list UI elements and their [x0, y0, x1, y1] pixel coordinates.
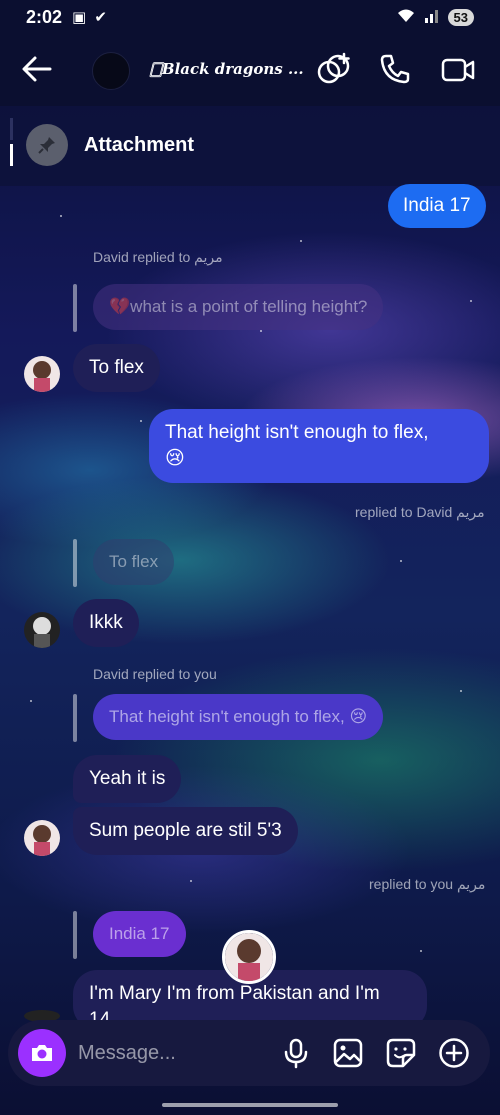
other-message[interactable]: Yeah it is — [73, 755, 182, 803]
video-call-button[interactable] — [440, 52, 476, 88]
reply-info: David replied to مريم — [93, 249, 223, 265]
reply-info: replied to David مريم — [355, 504, 485, 520]
user-avatar[interactable] — [24, 820, 60, 856]
message-composer — [8, 1020, 490, 1086]
quoted-message[interactable]: India 17 — [93, 911, 186, 957]
pin-icon — [38, 137, 55, 154]
more-options-button[interactable] — [438, 1037, 470, 1069]
chat-header: 🀆Black dragons ... — [0, 34, 500, 106]
my-message[interactable]: That height isn't enough to flex, 😢 — [149, 409, 489, 483]
read-receipt-avatar[interactable] — [222, 930, 276, 984]
battery-indicator: 53 — [447, 8, 474, 26]
video-camera-icon — [441, 58, 475, 82]
notification-icons: ▣ ✔ — [72, 9, 109, 26]
reply-info: David replied to you — [93, 666, 217, 682]
gallery-button[interactable] — [332, 1037, 364, 1069]
status-bar: 2:02 ▣ ✔ 53 — [0, 0, 500, 34]
pin-indicator — [10, 118, 13, 140]
quoted-message[interactable]: To flex — [93, 539, 175, 585]
back-button[interactable] — [20, 54, 54, 84]
quote-bar — [73, 284, 77, 332]
my-message[interactable]: India 17 — [388, 184, 486, 228]
pin-button[interactable] — [26, 124, 68, 166]
group-name[interactable]: 🀆Black dragons ... — [150, 60, 304, 78]
voice-call-button[interactable] — [378, 52, 414, 88]
sticker-icon — [386, 1038, 416, 1068]
wifi-icon — [396, 8, 416, 27]
status-right: 53 — [396, 8, 474, 27]
reply-info: replied to you مريم — [369, 876, 486, 892]
arrow-left-icon — [22, 56, 52, 82]
add-member-button[interactable] — [316, 52, 352, 88]
camera-icon — [32, 1045, 52, 1061]
pinned-label: Attachment — [84, 134, 195, 156]
message-input[interactable] — [78, 1038, 268, 1068]
other-message[interactable]: To flex — [73, 344, 160, 392]
status-time: 2:02 — [26, 6, 63, 27]
user-avatar[interactable] — [24, 612, 60, 648]
message-line: I'm Mary I'm from Pakistan and I'm — [89, 983, 380, 1004]
quote-bar — [73, 911, 77, 959]
quoted-message[interactable]: 💔what is a point of telling height? — [93, 284, 384, 330]
other-message[interactable]: Sum people are stil 5'3 — [73, 807, 298, 855]
signal-icon — [424, 8, 440, 27]
group-avatar[interactable] — [92, 52, 130, 90]
sticker-button[interactable] — [385, 1037, 417, 1069]
image-icon — [333, 1038, 363, 1068]
pinned-message-bar[interactable]: Attachment — [0, 106, 500, 186]
message-line: That height isn't enough to flex, — [165, 422, 429, 443]
other-message[interactable]: Ikkk — [73, 599, 139, 647]
home-indicator[interactable] — [162, 1103, 338, 1107]
quote-bar — [73, 694, 77, 742]
phone-icon — [380, 54, 410, 84]
microphone-icon — [284, 1038, 308, 1069]
add-people-icon — [317, 52, 350, 84]
quoted-message[interactable]: That height isn't enough to flex, 😢 — [93, 694, 384, 740]
user-avatar[interactable] — [24, 356, 60, 392]
pin-indicator-active — [10, 144, 13, 166]
plus-circle-icon — [439, 1038, 469, 1068]
camera-button[interactable] — [18, 1029, 66, 1077]
voice-message-button[interactable] — [280, 1037, 312, 1069]
quote-bar — [73, 539, 77, 587]
message-line: 😢 — [165, 448, 185, 469]
